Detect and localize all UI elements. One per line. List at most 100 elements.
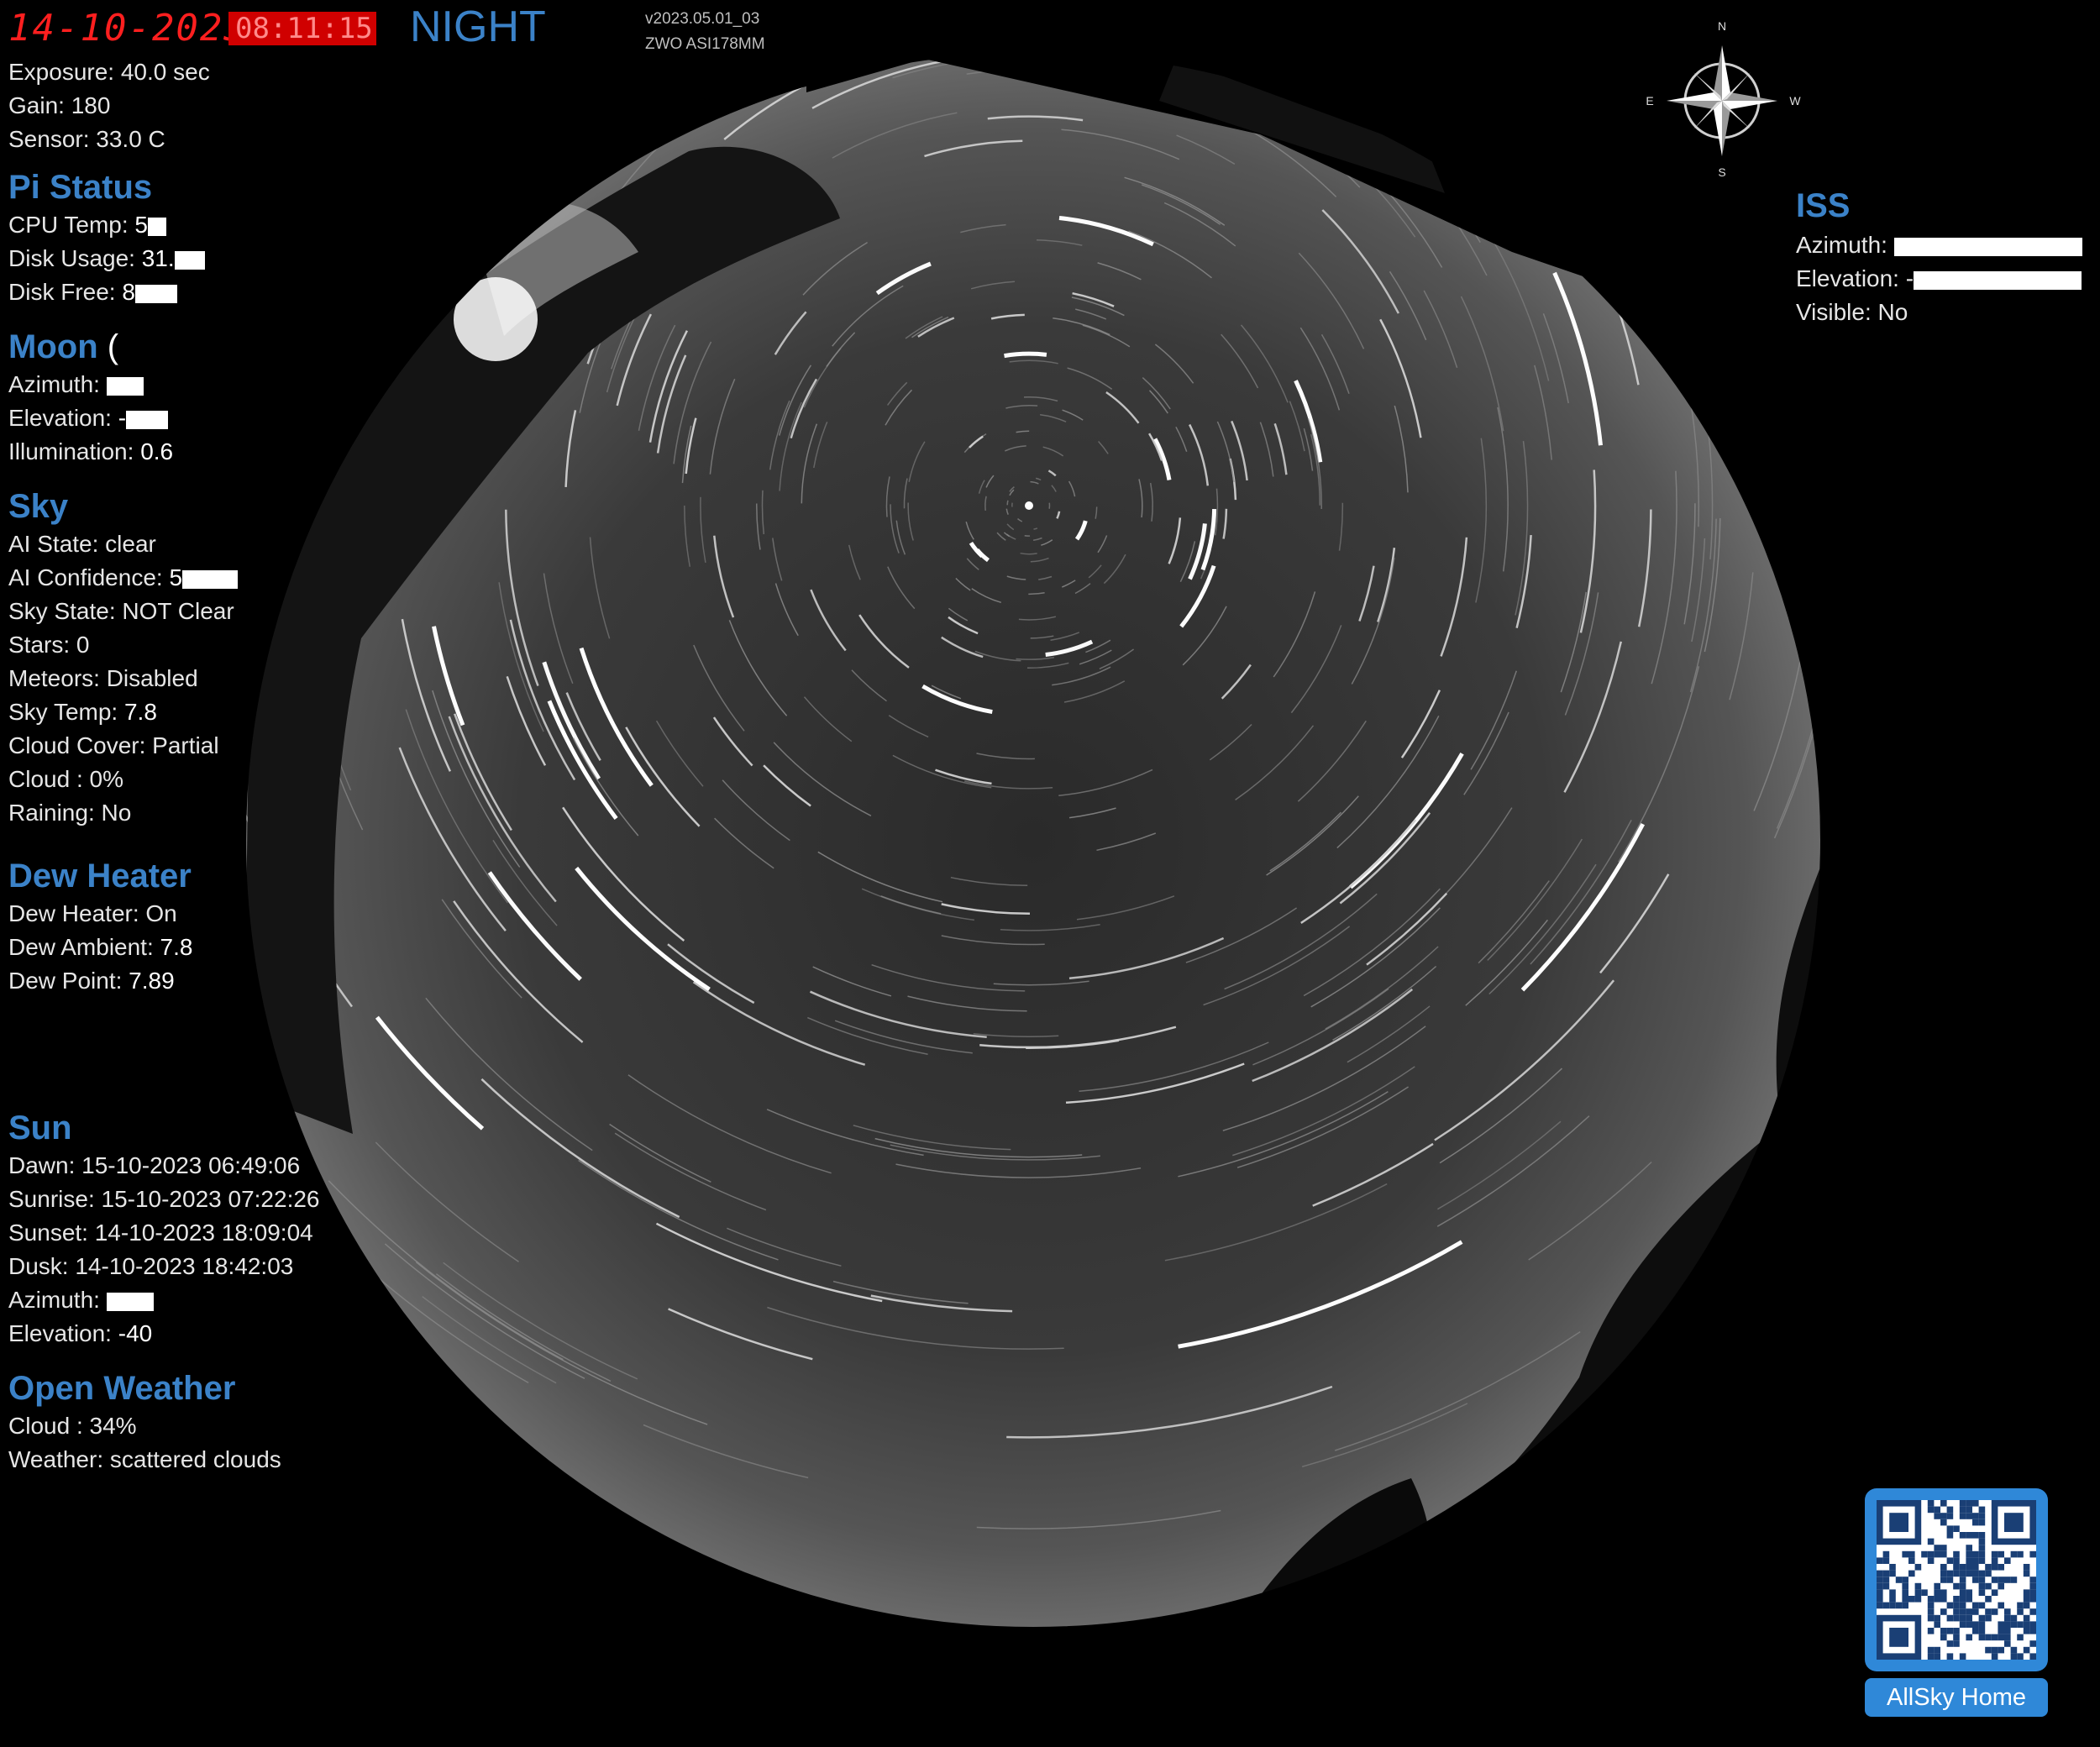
- sun-azimuth-row: Azimuth:: [8, 1283, 320, 1317]
- star-trail: [1505, 50, 1593, 126]
- star-trail: [952, 9, 1056, 15]
- moon-elevation-row: Elevation: -: [8, 401, 173, 435]
- allsky-home-qr[interactable]: AllSky Home: [1865, 1488, 2048, 1717]
- star-trail: [1539, 50, 1647, 106]
- moon-phase-icon: (: [107, 328, 119, 365]
- ai-confidence-value: 5: [169, 564, 183, 590]
- sky-temp-value: 7.8: [123, 699, 157, 725]
- disk-usage-row: Disk Usage: 31.: [8, 242, 205, 275]
- compass-rose-icon: N S E W: [1638, 17, 1806, 185]
- ai-confidence-row: AI Confidence: 5: [8, 561, 239, 595]
- qr-code-frame[interactable]: [1865, 1488, 2048, 1671]
- redacted-value: [182, 569, 239, 589]
- star-trail: [1004, 351, 1047, 359]
- redacted-value: [148, 217, 166, 236]
- allsky-home-button[interactable]: AllSky Home: [1865, 1678, 2048, 1717]
- moon-azimuth-label: Azimuth:: [8, 371, 107, 397]
- star-trail: [1861, 422, 1881, 691]
- pi-status-title: Pi Status: [8, 169, 153, 206]
- star-trail: [1659, 205, 1707, 331]
- raining-text: Raining: No: [8, 800, 132, 826]
- iss-azimuth-row: Azimuth:: [1796, 228, 2082, 262]
- iss-elevation-row: Elevation: -: [1796, 262, 2082, 296]
- gain-text: Gain: 180: [8, 92, 111, 118]
- dew-heater-title: Dew Heater: [8, 858, 192, 894]
- version-text: v2023.05.01_03: [645, 10, 760, 28]
- redacted-value: [1914, 270, 2082, 290]
- dusk-text: Dusk: 14-10-2023 18:42:03: [8, 1253, 294, 1279]
- compass-e-label: E: [1646, 94, 1653, 108]
- sunset-text: Sunset: 14-10-2023 18:09:04: [8, 1220, 313, 1246]
- disk-free-label: Disk Free:: [8, 279, 123, 305]
- sun-azimuth-label: Azimuth:: [8, 1287, 107, 1313]
- star-trail: [244, 50, 367, 273]
- star-trail: [319, 223, 360, 343]
- star-trail: [878, 0, 1043, 10]
- star-trail: [1494, 50, 1586, 111]
- dew-point-value: 7.89: [129, 968, 175, 994]
- star-trail: [2025, 403, 2031, 611]
- sun-title: Sun: [8, 1110, 72, 1146]
- moon-elevation-label: Elevation:: [8, 405, 118, 431]
- moon-panel: Moon ( Azimuth: Elevation: - Illuminatio…: [8, 326, 173, 469]
- star-trail: [1006, 500, 1009, 506]
- star-trail: [269, 274, 307, 544]
- iss-azimuth-label: Azimuth:: [1796, 232, 1894, 258]
- compass-w-label: W: [1789, 94, 1801, 108]
- cpu-temp-value: 5: [134, 212, 148, 238]
- dew-heater-text: Dew Heater: On: [8, 900, 177, 926]
- moon-illumination-value: 0.6: [140, 438, 174, 464]
- star-trail: [2012, 538, 2032, 709]
- cloud-text: Cloud : 0%: [8, 766, 123, 792]
- star-trail: [247, 201, 291, 338]
- dew-ambient-value: 7.8: [160, 934, 193, 960]
- dew-ambient-label: Dew Ambient:: [8, 934, 160, 960]
- star-trail: [1813, 800, 1823, 1044]
- mode-label: NIGHT: [410, 3, 546, 51]
- camera-model: ZWO ASI178MM: [645, 35, 765, 53]
- sky-temp-label: Sky Temp:: [8, 699, 124, 725]
- star-trail: [1072, 0, 1183, 2]
- star-trail: [1142, 0, 1232, 17]
- sky-panel: Sky AI State: clear AI Confidence: 5 Sky…: [8, 485, 239, 830]
- star-trail: [1377, 0, 1581, 31]
- redacted-value: [106, 376, 144, 396]
- meteors-text: Meteors: Disabled: [8, 665, 198, 691]
- star-trail: [273, 391, 284, 543]
- star-trail: [1873, 424, 1877, 558]
- dawn-text: Dawn: 15-10-2023 06:49:06: [8, 1152, 301, 1178]
- star-trail: [1872, 675, 1927, 858]
- star-trail: [1793, 50, 1823, 144]
- moon-illumination-row: Illumination: 0.6: [8, 435, 173, 469]
- exposure-text: Exposure: 40.0 sec: [8, 59, 210, 85]
- sun-panel: Sun Dawn: 15-10-2023 06:49:06 Sunrise: 1…: [8, 1107, 320, 1351]
- sensor-text: Sensor: 33.0 C: [8, 126, 165, 152]
- open-weather-panel: Open Weather Cloud : 34% Weather: scatte…: [8, 1367, 281, 1477]
- star-trail: [1914, 700, 2029, 1012]
- ow-cloud-text: Cloud : 34%: [8, 1413, 137, 1439]
- cpu-temp-label: CPU Temp:: [8, 212, 135, 238]
- dew-ambient-row: Dew Ambient: 7.8: [8, 931, 192, 964]
- star-trail: [1688, 275, 1725, 423]
- dew-point-row: Dew Point: 7.89: [8, 964, 192, 998]
- date-display: 14-10-2023: [8, 7, 248, 50]
- sun-elevation-label: Elevation:: [8, 1320, 118, 1346]
- compass-n-label: N: [1718, 19, 1726, 33]
- star-trail: [1894, 675, 1956, 878]
- redacted-value: [126, 410, 169, 429]
- star-trail: [1977, 517, 2003, 728]
- camera-panel: Exposure: 40.0 sec Gain: 180 Sensor: 33.…: [8, 55, 210, 156]
- stars-text: Stars: 0: [8, 632, 90, 658]
- iss-elevation-label: Elevation:: [1796, 265, 1906, 291]
- ow-weather-text: Weather: scattered clouds: [8, 1446, 281, 1472]
- moon-elevation-value: -: [118, 405, 127, 431]
- sky-title: Sky: [8, 488, 69, 525]
- star-trail: [1828, 298, 1855, 578]
- sun-elevation-value: -40: [118, 1320, 153, 1346]
- star-trail: [1956, 520, 1987, 749]
- star-trail: [1338, 50, 1428, 116]
- star-trail: [1508, 102, 1579, 204]
- redacted-value: [134, 284, 177, 303]
- disk-usage-value: 31.: [141, 245, 175, 271]
- iss-visible-text: Visible: No: [1796, 299, 1908, 325]
